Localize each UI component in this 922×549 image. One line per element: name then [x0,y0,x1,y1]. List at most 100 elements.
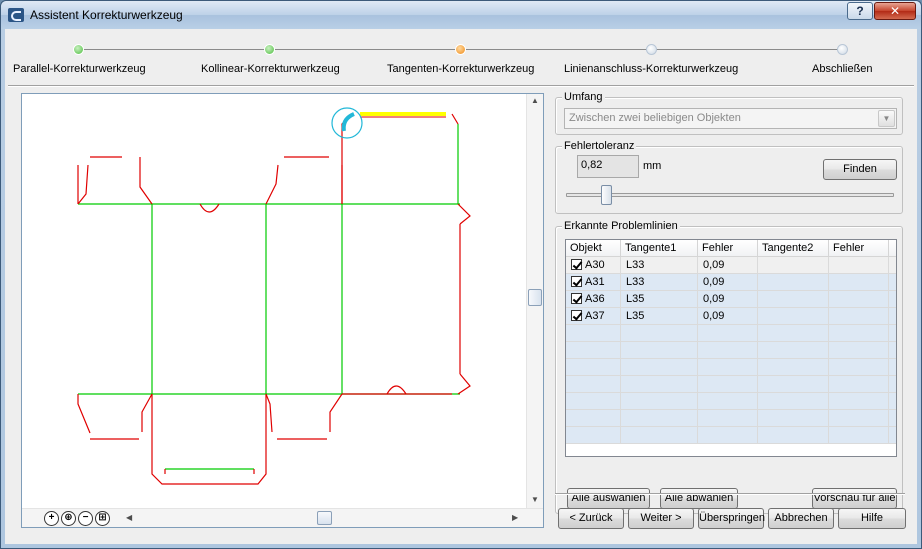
row-checkbox-cell[interactable]: A37 [566,308,621,325]
next-button[interactable]: Weiter > [628,508,694,529]
zoom-fit-icon[interactable]: ⊞ [95,511,110,526]
step-label-abschliessen: Abschließen [812,63,873,75]
table-row[interactable]: A30 L33 0,09 [566,257,896,274]
chevron-down-icon[interactable]: ▼ [878,110,895,127]
umfang-selected: Zwischen zwei beliebigen Objekten [569,112,741,124]
column-header-fehler[interactable]: Fehler [698,240,758,257]
cell-fehler: 0,09 [698,274,758,291]
column-header-tangente2[interactable]: Tangente2 [758,240,829,257]
step-4-pending-icon [646,44,657,55]
scroll-down-icon[interactable]: ▼ [531,495,539,504]
tolerance-input[interactable]: 0,82 [577,155,639,178]
checkbox-checked-icon[interactable] [571,276,582,287]
row-checkbox-cell[interactable]: A36 [566,291,621,308]
cell-fehler2 [829,274,889,291]
table-row-empty [566,393,896,410]
assistant-window: Assistent Korrekturwerkzeug ? ✕ Parallel… [0,0,922,549]
column-header-fehler2[interactable]: Fehler [829,240,889,257]
vertical-scrollbar[interactable]: ▲ ▼ [526,94,543,509]
tolerance-unit: mm [643,160,662,172]
scroll-right-icon[interactable]: ▶ [512,513,518,522]
table-row[interactable]: A36 L35 0,09 [566,291,896,308]
cell-filler [889,257,896,274]
window-title: Assistent Korrekturwerkzeug [30,8,183,22]
cancel-button[interactable]: Abbrechen [768,508,834,529]
cell-tangente1: L33 [621,274,698,291]
table-row[interactable]: A31 L33 0,09 [566,274,896,291]
table-row-empty [566,359,896,376]
cell-objekt: A37 [585,310,605,322]
cell-objekt: A31 [585,276,605,288]
umfang-combobox[interactable]: Zwischen zwei beliebigen Objekten ▼ [564,108,897,129]
column-header-tangente1[interactable]: Tangente1 [621,240,698,257]
zoom-window-icon[interactable]: ⊕ [61,511,76,526]
cell-objekt: A30 [585,259,605,271]
canvas-bottom-bar: + ⊕ − ⊞ ◀ ▶ [22,508,543,527]
umfang-label: Umfang [562,91,605,103]
step-2-done-icon [264,44,275,55]
table-row-empty [566,342,896,359]
step-label-tangenten: Tangenten-Korrekturwerkzeug [387,63,535,75]
column-header-filler [889,240,896,257]
horizontal-scroll-thumb[interactable] [317,511,332,525]
crease-lines [78,124,460,470]
separator [8,85,914,87]
tolerance-slider-thumb[interactable] [600,185,612,205]
fehlertoleranz-label: Fehlertoleranz [562,140,637,152]
find-button[interactable]: Finden [823,159,897,180]
table-row-empty [566,376,896,393]
help-button[interactable]: Hilfe [838,508,906,529]
back-button[interactable]: < Zurück [558,508,624,529]
column-header-objekt[interactable]: Objekt [566,240,621,257]
preview-all-button[interactable]: Vorschau für alle [812,488,897,509]
checkbox-checked-icon[interactable] [571,293,582,304]
step-connector [275,49,459,50]
cell-tangente2 [758,274,829,291]
step-connector [81,49,269,50]
die-cut-drawing[interactable] [22,94,526,509]
step-label-kollinear: Kollinear-Korrekturwerkzeug [201,63,340,75]
step-connector [466,49,654,50]
table-row-empty [566,427,896,444]
vertical-scroll-thumb[interactable] [528,289,542,306]
close-button[interactable]: ✕ [874,2,916,20]
select-all-button[interactable]: Alle auswählen [567,488,650,509]
cell-tangente1: L35 [621,308,698,325]
scroll-left-icon[interactable]: ◀ [126,513,132,522]
cell-fehler: 0,09 [698,257,758,274]
row-checkbox-cell[interactable]: A31 [566,274,621,291]
app-icon [8,8,24,22]
dialog-client: Parallel-Korrekturwerkzeug Kollinear-Kor… [5,29,917,544]
step-3-active-icon [455,44,466,55]
cell-tangente1: L35 [621,291,698,308]
problem-lines-group: Erkannte Problemlinien Objekt Tangente1 … [555,220,903,514]
preview-canvas[interactable]: ▲ ▼ + ⊕ − ⊞ ◀ ▶ [21,93,544,528]
zoom-in-icon[interactable]: + [44,511,59,526]
title-bar[interactable]: Assistent Korrekturwerkzeug ? ✕ [1,1,921,29]
help-title-button[interactable]: ? [847,2,873,20]
table-header: Objekt Tangente1 Fehler Tangente2 Fehler [566,240,896,257]
cell-fehler2 [829,257,889,274]
cell-fehler: 0,09 [698,308,758,325]
cell-tangente2 [758,308,829,325]
umfang-group: Umfang Zwischen zwei beliebigen Objekten… [555,91,903,135]
cell-objekt: A36 [585,293,605,305]
cut-lines [77,113,471,485]
table-row-empty [566,410,896,427]
tolerance-slider-track[interactable] [566,193,894,197]
checkbox-checked-icon[interactable] [571,259,582,270]
checkbox-checked-icon[interactable] [571,310,582,321]
row-checkbox-cell[interactable]: A30 [566,257,621,274]
deselect-all-button[interactable]: Alle abwählen [660,488,738,509]
zoom-out-icon[interactable]: − [78,511,93,526]
table-row-empty [566,325,896,342]
wizard-stepper: Parallel-Korrekturwerkzeug Kollinear-Kor… [5,29,917,84]
table-row[interactable]: A37 L35 0,09 [566,308,896,325]
cell-filler [889,308,896,325]
cell-tangente1: L33 [621,257,698,274]
scroll-up-icon[interactable]: ▲ [531,96,539,105]
step-1-done-icon [73,44,84,55]
skip-button[interactable]: Überspringen [698,508,765,529]
cell-fehler2 [829,291,889,308]
problem-lines-table[interactable]: Objekt Tangente1 Fehler Tangente2 Fehler… [565,239,897,457]
